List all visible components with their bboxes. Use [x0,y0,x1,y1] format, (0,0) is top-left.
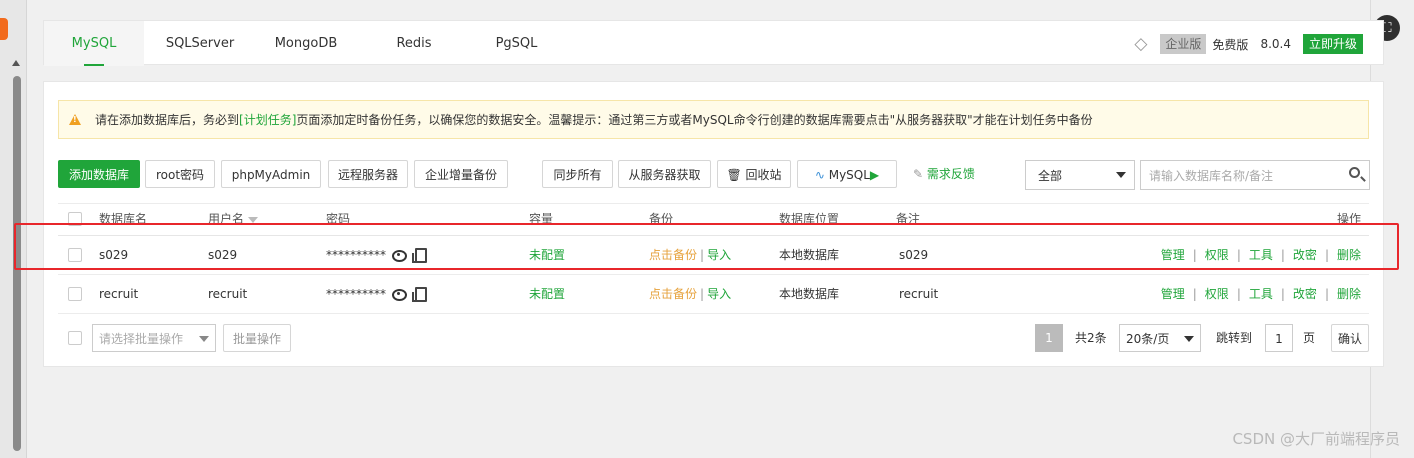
eye-icon[interactable] [392,288,407,301]
filter-select-value: 全部 [1038,169,1063,183]
tab-mysql[interactable]: MySQL [44,21,144,66]
notice-text-post: 页面添加定时备份任务，以确保您的数据安全。温馨提示：通过第三方或者MySQL命令… [296,113,1093,127]
remote-server-button[interactable]: 远程服务器 [328,160,408,188]
note-cell[interactable]: recruit [899,275,938,313]
manage-link[interactable]: 管理 [1161,287,1185,301]
watermark: CSDN @大厂前端程序员 [1232,430,1400,448]
page-1-button[interactable]: 1 [1035,324,1063,352]
upgrade-button[interactable]: 立即升级 [1302,34,1363,54]
free-edition-label: 免费版 [1212,37,1249,52]
username-cell: recruit [208,287,248,301]
table-row: recruit recruit ********** 未配置 点击备份 | 导入 本… [58,275,1369,314]
password-cell: ********** [326,275,427,313]
goto-label: 跳转到 [1216,331,1253,345]
tab-pgsql[interactable]: PgSQL [484,21,549,66]
play-icon: ▶ [869,168,880,182]
location-cell: 本地数据库 [779,287,840,301]
search-input[interactable] [1141,161,1331,191]
filter-select[interactable]: 全部 [1025,160,1135,190]
delete-link[interactable]: 删除 [1337,287,1361,301]
edit-icon: ✎ [913,167,924,181]
chevron-down-icon [1116,172,1126,178]
mysql-manager-button[interactable]: ∿ MySQL▶ [797,160,897,188]
enterprise-backup-button[interactable]: 企业增量备份 [414,160,508,188]
permission-link[interactable]: 权限 [1205,287,1229,301]
db-name-cell: recruit [99,287,139,301]
db-type-tabs: MySQL SQLServer MongoDB Redis PgSQL ◇ 企业… [43,20,1384,66]
backup-link[interactable]: 点击备份 [649,287,697,301]
root-password-button[interactable]: root密码 [145,160,215,188]
footer-select-all-checkbox[interactable] [68,331,82,345]
search-icon[interactable] [1349,167,1360,178]
phpmyadmin-button[interactable]: phpMyAdmin [221,160,321,188]
chevron-down-icon [199,336,209,342]
page-size-select[interactable]: 20条/页 [1119,324,1201,352]
row-checkbox[interactable] [68,287,82,301]
page-size-value: 20条/页 [1126,332,1170,346]
fetch-from-server-button[interactable]: 从服务器获取 [618,160,711,188]
sync-all-button[interactable]: 同步所有 [542,160,613,188]
tools-link[interactable]: 工具 [1249,287,1273,301]
recycle-bin-label: 回收站 [745,168,782,182]
password-mask: ********** [326,287,386,301]
scroll-up-arrow-icon[interactable] [12,60,20,66]
change-password-link[interactable]: 改密 [1293,287,1317,301]
copy-icon[interactable] [412,287,427,302]
version-number: 8.0.4 [1260,37,1291,51]
backup-notice: 请在添加数据库后，务必到[计划任务]页面添加定时备份任务，以确保您的数据安全。温… [58,100,1369,139]
feedback-link[interactable]: ✎ 需求反馈 [913,160,975,188]
capacity-link[interactable]: 未配置 [529,275,565,313]
warning-icon [69,114,81,125]
tab-redis[interactable]: Redis [384,21,444,66]
backup-cell: 点击备份 | 导入 [649,287,732,301]
search-box [1140,160,1370,191]
sort-icon [248,216,259,223]
batch-operation-select[interactable]: 请选择批量操作 [92,324,216,352]
mysql-button-label: MySQL [828,168,870,182]
enterprise-edition-badge[interactable]: 企业版 [1160,34,1207,54]
table-footer: 请选择批量操作 批量操作 1 共2条 20条/页 跳转到 1 页 确认 [58,324,1369,352]
trash-icon: 🗑 [726,168,742,182]
add-database-button[interactable]: 添加数据库 [58,160,140,188]
import-link[interactable]: 导入 [707,287,731,301]
ops-cell: 管理 | 权限 | 工具 | 改密 | 删除 [1160,287,1361,301]
page-unit-label: 页 [1303,331,1316,345]
tab-sqlserver[interactable]: SQLServer [156,21,244,66]
total-count: 共2条 [1075,331,1107,345]
feedback-label: 需求反馈 [926,167,975,181]
mysql-dolphin-icon: ∿ [814,168,825,182]
tab-mongodb[interactable]: MongoDB [266,21,346,66]
confirm-button[interactable]: 确认 [1331,324,1369,352]
goto-page-input[interactable]: 1 [1265,324,1293,352]
batch-operation-button[interactable]: 批量操作 [223,324,291,352]
recycle-bin-button[interactable]: 🗑 回收站 [717,160,791,188]
notice-text-pre: 请在添加数据库后，务必到 [95,113,240,127]
cron-task-link[interactable]: [计划任务] [239,111,296,128]
highlight-rectangle [14,223,1399,270]
batch-select-placeholder: 请选择批量操作 [99,332,184,346]
app-logo-icon [0,18,8,40]
version-area: ◇ 企业版 免费版 8.0.4 立即升级 [1134,33,1363,55]
chevron-down-icon [1184,336,1194,342]
diamond-icon: ◇ [1134,34,1148,54]
